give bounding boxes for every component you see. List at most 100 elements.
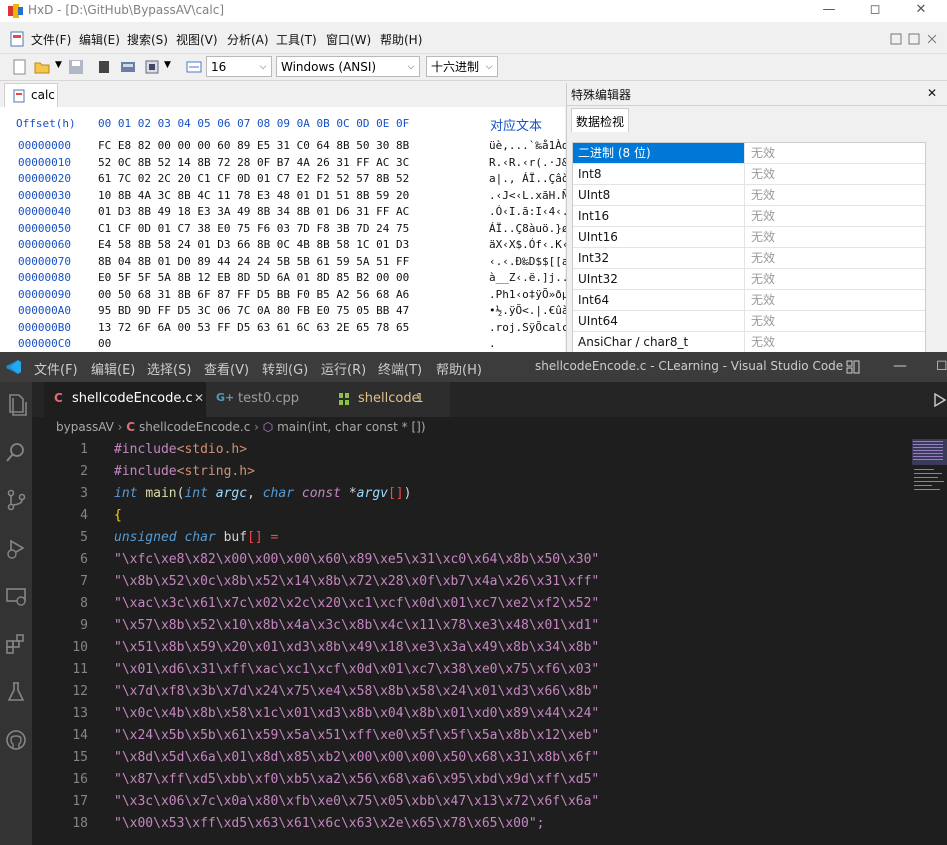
tab-test0-cpp[interactable]: G+ test0.cpp [206, 382, 326, 417]
breadcrumb-folder[interactable]: bypassAV [56, 420, 114, 434]
menu-edit[interactable]: 编辑(E) [79, 31, 120, 48]
breadcrumb-symbol[interactable]: main(int, char const * []) [277, 420, 425, 434]
row-hex-bytes[interactable]: E4 58 8B 58 24 01 D3 66 8B 0C 4B 8B 58 1… [98, 238, 409, 251]
hex-row[interactable]: 00000020 61 7C 02 2C 20 C1 CF 0D 01 C7 E2… [18, 172, 595, 188]
tab-shellcodeencode-c[interactable]: C shellcodeEncode.c ✕ [44, 382, 206, 417]
extensions-icon[interactable] [4, 632, 28, 656]
data-value[interactable]: 无效 [746, 248, 925, 268]
data-inspector-scrollbar[interactable] [925, 143, 926, 352]
tab-shellcode[interactable]: shellcode 1 [326, 382, 450, 417]
row-hex-bytes[interactable]: 00 50 68 31 8B 6F 87 FF D5 BB F0 B5 A2 5… [98, 288, 409, 301]
tab-data-inspector[interactable]: 数据检视 [571, 108, 629, 132]
testing-icon[interactable] [4, 680, 28, 704]
minimize-button[interactable]: — [806, 0, 852, 22]
hex-row[interactable]: 00000010 52 0C 8B 52 14 8B 72 28 0F B7 4A… [18, 156, 595, 172]
row-hex-bytes[interactable]: 8B 04 8B 01 D0 89 44 24 24 5B 5B 61 59 5… [98, 255, 409, 268]
mdi-window-controls[interactable] [890, 33, 942, 45]
new-file-icon[interactable] [12, 59, 28, 75]
vs-maximize-button[interactable]: ◻ [936, 357, 947, 373]
data-value[interactable]: 无效 [746, 143, 925, 163]
row-hex-bytes[interactable]: FC E8 82 00 00 00 60 89 E5 31 C0 64 8B 5… [98, 139, 409, 152]
vs-menu-edit[interactable]: 编辑(E) [91, 359, 135, 378]
data-value[interactable]: 无效 [746, 185, 925, 205]
hex-row[interactable]: 000000C0 00. [18, 337, 496, 352]
code-editor[interactable]: #include<stdio.h> #include<string.h> int… [114, 439, 914, 845]
data-inspector-row[interactable]: Int16 无效 [573, 206, 925, 227]
vs-minimize-button[interactable]: — [893, 358, 907, 374]
open-dropdown-icon[interactable]: ▼ [55, 60, 62, 70]
menu-view[interactable]: 视图(V) [176, 31, 218, 48]
data-inspector-row[interactable]: AnsiChar / char8_t 无效 [573, 332, 925, 352]
hex-row[interactable]: 00000090 00 50 68 31 8B 6F 87 FF D5 BB F0… [18, 288, 595, 304]
bytes-per-row-select[interactable]: 16 ⌵ [206, 56, 272, 77]
breadcrumb-file[interactable]: shellcodeEncode.c [139, 420, 250, 434]
encoding-select[interactable]: Windows (ANSI) ⌵ [276, 56, 420, 77]
row-hex-bytes[interactable]: 61 7C 02 2C 20 C1 CF 0D 01 C7 E2 F2 52 5… [98, 172, 409, 185]
maximize-button[interactable]: ◻ [852, 0, 898, 22]
row-hex-bytes[interactable]: 95 BD 9D FF D5 3C 06 7C 0A 80 FB E0 75 0… [98, 304, 409, 317]
vs-menu-selection[interactable]: 选择(S) [147, 359, 191, 378]
menu-analysis[interactable]: 分析(A) [227, 31, 269, 48]
row-hex-bytes[interactable]: 13 72 6F 6A 00 53 FF D5 63 61 6C 63 2E 6… [98, 321, 409, 334]
remote-explorer-icon[interactable] [4, 584, 28, 608]
data-value[interactable]: 无效 [746, 164, 925, 184]
hex-row[interactable]: 000000A0 95 BD 9D FF D5 3C 06 7C 0A 80 FB… [18, 304, 595, 320]
row-hex-bytes[interactable]: E0 5F 5F 5A 8B 12 EB 8D 5D 6A 01 8D 85 B… [98, 271, 409, 284]
menu-search[interactable]: 搜索(S) [127, 31, 168, 48]
data-inspector-row[interactable]: Int64 无效 [573, 290, 925, 311]
hex-row[interactable]: 00000060 E4 58 8B 58 24 01 D3 66 8B 0C 4B… [18, 238, 595, 254]
vs-menu-file[interactable]: 文件(F) [34, 359, 78, 378]
tab-close-icon[interactable]: ✕ [194, 391, 204, 405]
layout-icon[interactable] [846, 360, 860, 374]
row-hex-bytes[interactable]: C1 CF 0D 01 C7 38 E0 75 F6 03 7D F8 3B 7… [98, 222, 409, 235]
data-value[interactable]: 无效 [746, 290, 925, 310]
menu-window[interactable]: 窗口(W) [326, 31, 371, 48]
data-inspector-row[interactable]: UInt64 无效 [573, 311, 925, 332]
vs-menu-run[interactable]: 运行(R) [321, 359, 366, 378]
row-hex-bytes[interactable]: 00 [98, 337, 111, 350]
data-value[interactable]: 无效 [746, 206, 925, 226]
row-text[interactable]: . [489, 337, 496, 350]
save-icon[interactable] [68, 59, 84, 75]
hex-row[interactable]: 000000B0 13 72 6F 6A 00 53 FF D5 63 61 6C… [18, 321, 595, 337]
row-hex-bytes[interactable]: 52 0C 8B 52 14 8B 72 28 0F B7 4A 26 31 F… [98, 156, 409, 169]
menu-tools[interactable]: 工具(T) [276, 31, 317, 48]
data-value[interactable]: 无效 [746, 332, 925, 352]
data-inspector-row[interactable]: UInt32 无效 [573, 269, 925, 290]
data-value[interactable]: 无效 [746, 269, 925, 289]
memory-dropdown-icon[interactable]: ▼ [164, 60, 171, 70]
hex-row[interactable]: 00000030 10 8B 4A 3C 8B 4C 11 78 E3 48 01… [18, 189, 588, 205]
menu-file[interactable]: 文件(F) [31, 31, 71, 48]
vs-menu-go[interactable]: 转到(G) [262, 359, 308, 378]
data-inspector-row[interactable]: UInt8 无效 [573, 185, 925, 206]
hex-row[interactable]: 00000050 C1 CF 0D 01 C7 38 E0 75 F6 03 7D… [18, 222, 595, 238]
panel-close-icon[interactable]: ✕ [927, 86, 937, 100]
vs-menu-help[interactable]: 帮助(H) [436, 359, 482, 378]
source-control-icon[interactable] [4, 488, 28, 512]
data-value[interactable]: 无效 [746, 311, 925, 331]
data-inspector-row[interactable]: 二进制 (8 位) 无效 [573, 143, 925, 164]
run-debug-icon[interactable] [4, 536, 28, 560]
data-inspector-row[interactable]: UInt16 无效 [573, 227, 925, 248]
disk-icon[interactable] [120, 59, 136, 75]
hex-row[interactable]: 00000000 FC E8 82 00 00 00 60 89 E5 31 C0… [18, 139, 595, 155]
hex-row[interactable]: 00000070 8B 04 8B 01 D0 89 44 24 24 5B 5B… [18, 255, 595, 271]
data-value[interactable]: 无效 [746, 227, 925, 247]
github-icon[interactable] [4, 728, 28, 752]
explorer-icon[interactable] [4, 392, 28, 416]
menu-help[interactable]: 帮助(H) [380, 31, 422, 48]
row-hex-bytes[interactable]: 10 8B 4A 3C 8B 4C 11 78 E3 48 01 D1 51 8… [98, 189, 409, 202]
vs-menu-view[interactable]: 查看(V) [204, 359, 249, 378]
hex-row[interactable]: 00000080 E0 5F 5F 5A 8B 12 EB 8D 5D 6A 01… [18, 271, 595, 287]
memory-icon[interactable] [144, 59, 160, 75]
display-mode-select[interactable]: 十六进制 ⌵ [426, 56, 498, 77]
close-file-icon[interactable] [96, 59, 112, 75]
tab-calc[interactable]: calc [4, 83, 58, 107]
hex-row[interactable]: 00000040 01 D3 8B 49 18 E3 3A 49 8B 34 8B… [18, 205, 595, 221]
data-inspector-row[interactable]: Int8 无效 [573, 164, 925, 185]
open-folder-icon[interactable] [34, 59, 50, 75]
minimap[interactable] [912, 439, 947, 519]
row-hex-bytes[interactable]: 01 D3 8B 49 18 E3 3A 49 8B 34 8B 01 D6 3… [98, 205, 409, 218]
vs-menu-terminal[interactable]: 终端(T) [378, 359, 422, 378]
close-button[interactable]: ✕ [898, 0, 944, 22]
